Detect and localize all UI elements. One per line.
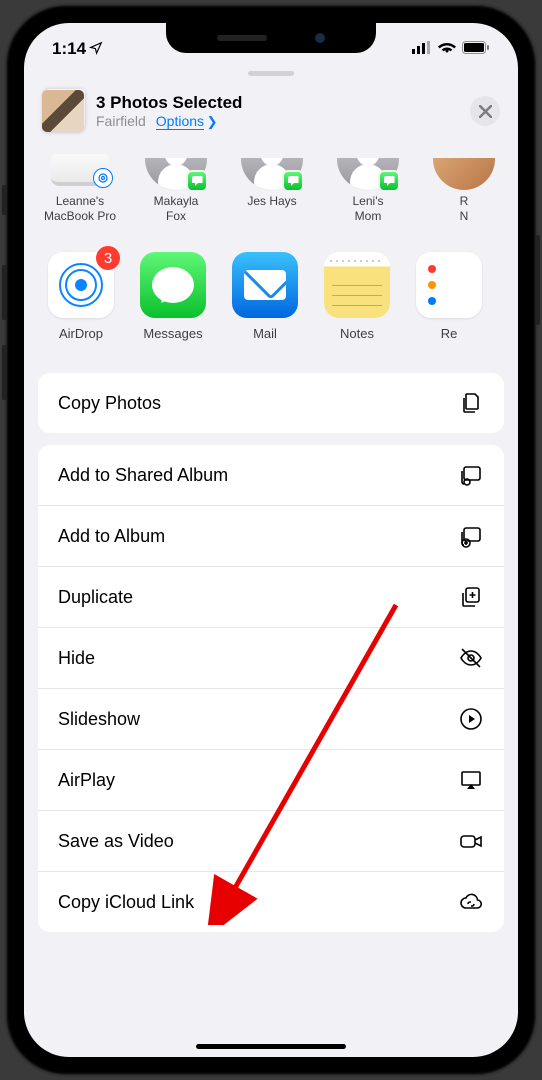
share-app-notes[interactable]: Notes bbox=[324, 252, 390, 341]
options-link[interactable]: Options ❯ bbox=[156, 113, 218, 130]
messages-badge-icon bbox=[378, 170, 400, 192]
contact-name: Jes Hays bbox=[247, 194, 296, 209]
notification-badge: 3 bbox=[96, 246, 120, 270]
messages-icon bbox=[140, 252, 206, 318]
hide-icon bbox=[458, 645, 484, 671]
cellular-icon bbox=[412, 39, 432, 59]
action-copy-photos[interactable]: Copy Photos bbox=[38, 373, 504, 433]
close-button[interactable] bbox=[470, 96, 500, 126]
notch bbox=[166, 23, 376, 53]
action-add-shared-album[interactable]: Add to Shared Album bbox=[38, 445, 504, 506]
share-app-partial[interactable]: Re bbox=[416, 252, 482, 341]
reminders-icon bbox=[416, 252, 482, 318]
messages-badge-icon bbox=[186, 170, 208, 192]
macbook-icon bbox=[51, 154, 109, 186]
selection-title: 3 Photos Selected bbox=[96, 93, 458, 113]
status-time: 1:14 bbox=[52, 39, 86, 59]
location-arrow-icon bbox=[89, 41, 103, 58]
action-save-as-video[interactable]: Save as Video bbox=[38, 811, 504, 872]
mail-icon bbox=[232, 252, 298, 318]
notes-icon bbox=[324, 252, 390, 318]
action-copy-icloud-link[interactable]: Copy iCloud Link bbox=[38, 872, 504, 932]
share-header: 3 Photos Selected Fairfield Options ❯ bbox=[24, 76, 518, 150]
cloud-link-icon bbox=[458, 889, 484, 915]
video-icon bbox=[458, 828, 484, 854]
share-apps-row[interactable]: 3 AirDrop Messages Mail Notes bbox=[24, 226, 518, 347]
share-app-messages[interactable]: Messages bbox=[140, 252, 206, 341]
selection-thumbnail[interactable] bbox=[42, 90, 84, 132]
contact-name: Leanne's MacBook Pro bbox=[44, 194, 116, 224]
share-contact-device[interactable]: Leanne's MacBook Pro bbox=[42, 150, 118, 224]
share-contact[interactable]: Jes Hays bbox=[234, 150, 310, 224]
contact-name: R N bbox=[460, 194, 469, 224]
action-slideshow[interactable]: Slideshow bbox=[38, 689, 504, 750]
home-indicator[interactable] bbox=[196, 1044, 346, 1049]
action-duplicate[interactable]: Duplicate bbox=[38, 567, 504, 628]
add-album-icon bbox=[458, 523, 484, 549]
contact-name: Leni's Mom bbox=[353, 194, 384, 224]
action-hide[interactable]: Hide bbox=[38, 628, 504, 689]
share-contact[interactable]: R N bbox=[426, 150, 502, 224]
duplicate-icon bbox=[458, 584, 484, 610]
share-app-mail[interactable]: Mail bbox=[232, 252, 298, 341]
share-app-airdrop[interactable]: 3 AirDrop bbox=[48, 252, 114, 341]
share-contact[interactable]: Makayla Fox bbox=[138, 150, 214, 224]
play-circle-icon bbox=[458, 706, 484, 732]
action-airplay[interactable]: AirPlay bbox=[38, 750, 504, 811]
airdrop-badge-icon bbox=[93, 168, 113, 188]
wifi-icon bbox=[438, 39, 456, 59]
actions-group-secondary: Add to Shared Album Add to Album Duplica… bbox=[38, 445, 504, 932]
copy-docs-icon bbox=[458, 390, 484, 416]
battery-icon bbox=[462, 39, 490, 59]
share-contacts-row[interactable]: Leanne's MacBook Pro Makayla Fox Jes Hay… bbox=[24, 150, 518, 226]
airplay-icon bbox=[458, 767, 484, 793]
phone-frame: 1:14 bbox=[6, 5, 536, 1075]
action-add-album[interactable]: Add to Album bbox=[38, 506, 504, 567]
screen: 1:14 bbox=[24, 23, 518, 1057]
selection-location: Fairfield bbox=[96, 113, 146, 129]
contact-name: Makayla Fox bbox=[154, 194, 199, 224]
airdrop-icon: 3 bbox=[48, 252, 114, 318]
shared-album-icon bbox=[458, 462, 484, 488]
actions-group-primary: Copy Photos bbox=[38, 373, 504, 433]
messages-badge-icon bbox=[282, 170, 304, 192]
share-contact[interactable]: Leni's Mom bbox=[330, 150, 406, 224]
